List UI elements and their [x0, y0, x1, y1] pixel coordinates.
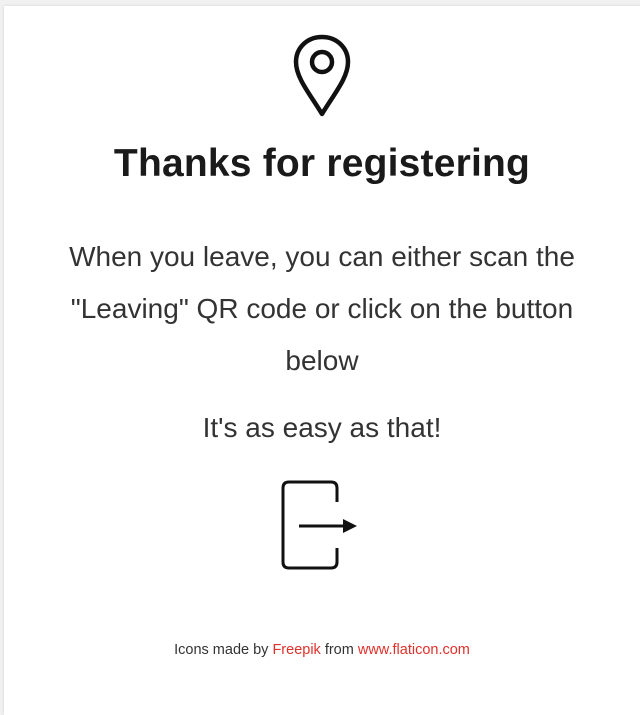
- flaticon-link[interactable]: www.flaticon.com: [358, 642, 470, 658]
- credits-prefix: Icons made by: [174, 642, 273, 658]
- exit-door-icon: [281, 480, 357, 570]
- confirmation-card: Thanks for registering When you leave, y…: [4, 6, 640, 715]
- easy-text: It's as easy as that!: [202, 412, 442, 443]
- instructions-text: When you leave, you can either scan the …: [69, 241, 575, 376]
- freepik-link[interactable]: Freepik: [272, 642, 320, 658]
- leave-button[interactable]: [273, 480, 373, 576]
- page-title: Thanks for registering: [113, 142, 531, 185]
- icon-credits: Icons made by Freepik from www.flaticon.…: [4, 642, 640, 658]
- credits-middle: from: [320, 642, 358, 658]
- map-pin-icon: [293, 34, 351, 117]
